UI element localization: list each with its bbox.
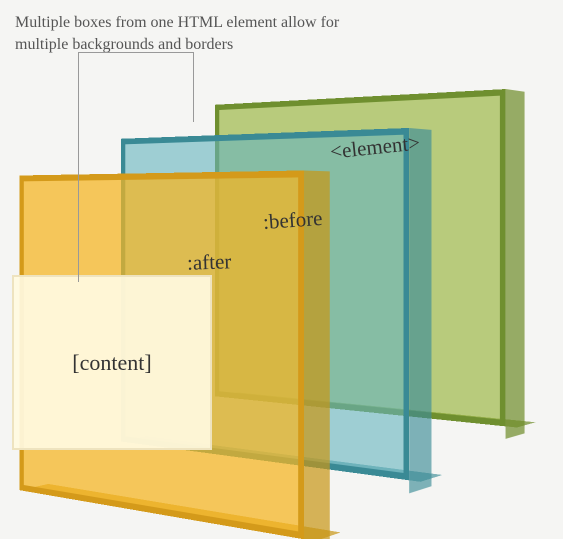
layer-content-label: [content] — [72, 350, 151, 376]
layer-content: [content] — [12, 275, 212, 450]
layer-before-side — [409, 128, 431, 494]
layer-after-label: :after — [187, 249, 232, 276]
layer-element-side — [506, 89, 525, 439]
leader-line — [78, 52, 108, 282]
layer-stage: [content] <element> :before :after — [0, 0, 563, 539]
leader-line — [78, 52, 193, 53]
layer-after-bottom — [20, 484, 341, 539]
leader-line — [193, 52, 194, 122]
layer-before-label: :before — [262, 206, 323, 235]
